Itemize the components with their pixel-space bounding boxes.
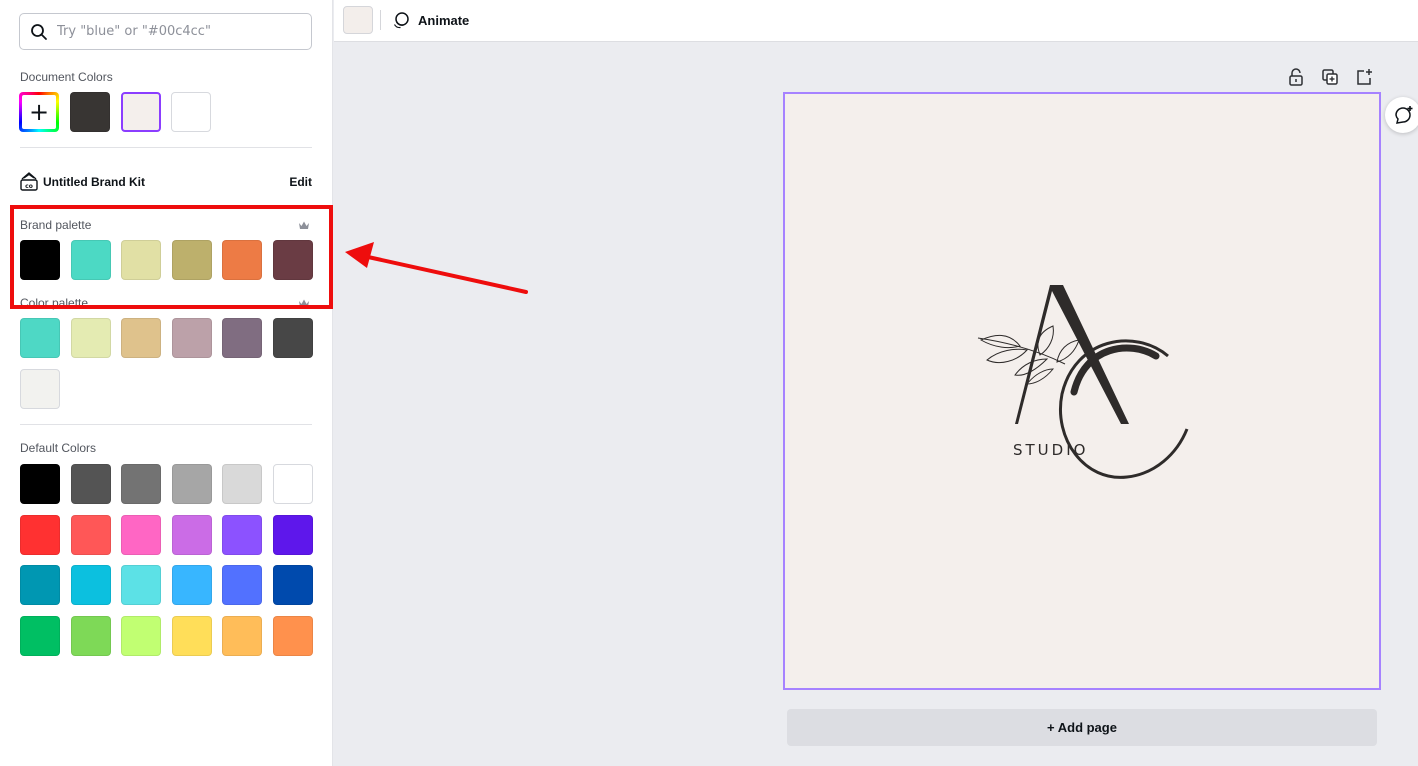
color-swatch[interactable] bbox=[70, 565, 111, 605]
color-swatch[interactable] bbox=[20, 615, 60, 656]
studio-logo[interactable]: STUDIO bbox=[785, 94, 1379, 688]
document-color-swatch[interactable] bbox=[70, 92, 110, 132]
color-swatch[interactable] bbox=[171, 514, 212, 555]
color-swatch[interactable] bbox=[222, 615, 262, 656]
color-swatch[interactable] bbox=[70, 514, 111, 555]
color-swatch[interactable] bbox=[20, 565, 60, 605]
toolbar-divider bbox=[380, 10, 381, 30]
annotation-arrow bbox=[345, 242, 528, 294]
svg-text:co: co bbox=[25, 183, 33, 190]
duplicate-page-icon[interactable] bbox=[1320, 67, 1340, 87]
logo-text: STUDIO bbox=[1013, 441, 1088, 459]
brand-kit-name: Untitled Brand Kit bbox=[43, 175, 145, 189]
document-colors-label: Document Colors bbox=[20, 70, 113, 84]
color-swatch[interactable] bbox=[272, 615, 313, 656]
highlight-box bbox=[10, 205, 333, 309]
animate-label: Animate bbox=[418, 12, 470, 28]
editor-toolbar: Animate bbox=[334, 0, 1418, 42]
comment-icon bbox=[1395, 106, 1413, 124]
color-swatch[interactable] bbox=[171, 318, 212, 358]
add-color-button[interactable]: + bbox=[19, 92, 59, 132]
color-swatch[interactable] bbox=[171, 464, 212, 504]
search-input[interactable] bbox=[57, 14, 307, 49]
color-swatch[interactable] bbox=[121, 514, 161, 555]
color-swatch[interactable] bbox=[20, 318, 60, 358]
add-page-icon[interactable] bbox=[1354, 67, 1374, 87]
color-swatch[interactable] bbox=[121, 318, 161, 358]
color-swatch[interactable] bbox=[121, 565, 161, 605]
search-icon bbox=[31, 24, 47, 40]
color-swatch[interactable] bbox=[222, 565, 262, 605]
background-color-button[interactable] bbox=[343, 6, 373, 34]
color-swatch[interactable] bbox=[171, 565, 212, 605]
lock-icon[interactable] bbox=[1286, 67, 1306, 87]
add-comment-button[interactable] bbox=[1385, 97, 1418, 133]
color-swatch[interactable] bbox=[272, 565, 313, 605]
color-swatch[interactable] bbox=[272, 318, 313, 358]
document-color-swatch[interactable] bbox=[120, 92, 161, 132]
color-swatch[interactable] bbox=[70, 615, 111, 656]
color-swatch[interactable] bbox=[171, 615, 212, 656]
edit-brand-kit-link[interactable]: Edit bbox=[289, 175, 312, 189]
logo-letter-a bbox=[1015, 285, 1129, 424]
add-page-button[interactable]: + Add page bbox=[787, 709, 1377, 746]
plus-icon: + bbox=[22, 95, 56, 129]
default-colors-label: Default Colors bbox=[20, 441, 97, 455]
divider bbox=[20, 147, 312, 148]
animate-icon bbox=[393, 12, 409, 29]
color-swatch[interactable] bbox=[20, 514, 60, 555]
brand-kit-icon: co bbox=[20, 172, 38, 191]
color-swatch[interactable] bbox=[121, 615, 161, 656]
color-panel: Document Colors + co Untitled Brand Kit … bbox=[0, 0, 333, 766]
brand-kit-header: co Untitled Brand Kit Edit bbox=[20, 171, 312, 193]
color-swatch[interactable] bbox=[20, 464, 60, 504]
design-page[interactable]: STUDIO bbox=[783, 92, 1381, 690]
color-swatch[interactable] bbox=[121, 464, 161, 504]
divider bbox=[20, 424, 312, 425]
color-search-box[interactable] bbox=[19, 13, 312, 50]
color-swatch[interactable] bbox=[222, 464, 262, 504]
color-swatch[interactable] bbox=[70, 464, 111, 504]
animate-button[interactable]: Animate bbox=[392, 8, 469, 32]
color-swatch[interactable] bbox=[20, 368, 60, 409]
color-swatch[interactable] bbox=[272, 464, 313, 504]
color-swatch[interactable] bbox=[222, 514, 262, 555]
document-color-swatch[interactable] bbox=[171, 92, 211, 132]
color-swatch[interactable] bbox=[70, 318, 111, 358]
color-swatch[interactable] bbox=[272, 514, 313, 555]
color-swatch[interactable] bbox=[222, 318, 262, 358]
